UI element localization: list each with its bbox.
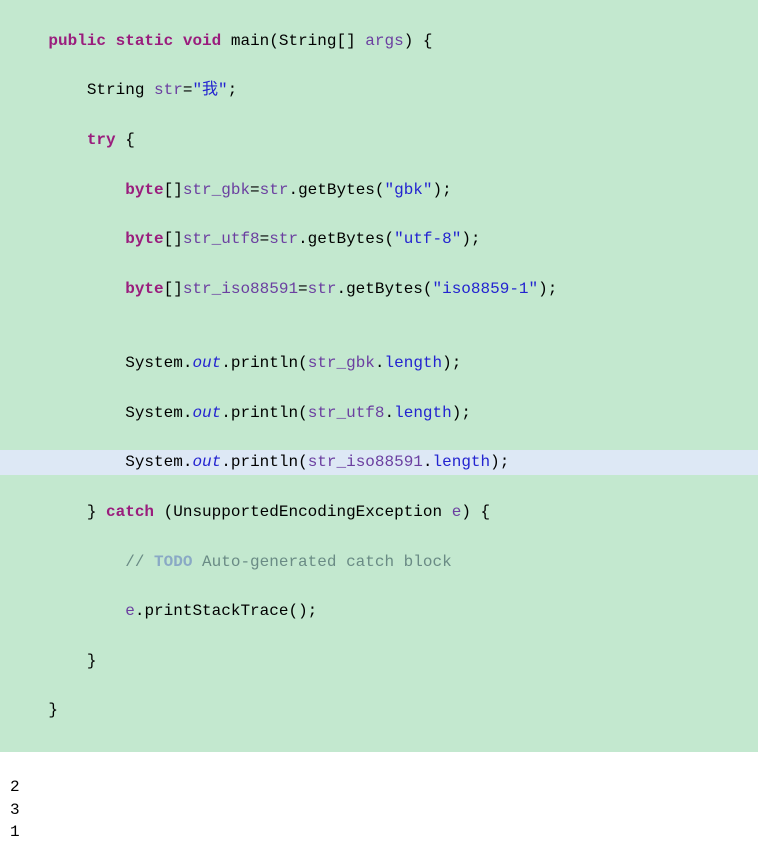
- code-line-4: byte[]str_gbk=str.getBytes("gbk");: [0, 178, 758, 203]
- code-line-1: public static void main(String[] args) {: [0, 29, 758, 54]
- code-line-highlighted: System.out.println(str_iso88591.length);: [0, 450, 758, 475]
- string-gbk: "gbk": [385, 181, 433, 199]
- todo-tag: TODO: [154, 553, 192, 571]
- exception-type: UnsupportedEncodingException: [173, 503, 442, 521]
- arg-name: args: [365, 32, 403, 50]
- comment: // TODO Auto-generated catch block: [125, 553, 451, 571]
- console-output: 2 3 1: [0, 752, 758, 845]
- kw-byte: byte: [125, 230, 163, 248]
- type-string: String: [87, 81, 145, 99]
- kw-try: try: [87, 131, 116, 149]
- code-line-6: byte[]str_iso88591=str.getBytes("iso8859…: [0, 277, 758, 302]
- code-line-8: System.out.println(str_gbk.length);: [0, 351, 758, 376]
- code-line-5: byte[]str_utf8=str.getBytes("utf-8");: [0, 227, 758, 252]
- kw-void: void: [183, 32, 221, 50]
- kw-byte: byte: [125, 181, 163, 199]
- string-utf8: "utf-8": [394, 230, 461, 248]
- string-iso: "iso8859-1": [433, 280, 539, 298]
- string-literal: "我": [192, 81, 227, 99]
- kw-byte: byte: [125, 280, 163, 298]
- method-printstacktrace: printStackTrace: [144, 602, 288, 620]
- code-line-12: // TODO Auto-generated catch block: [0, 550, 758, 575]
- member-length: length: [385, 354, 443, 372]
- code-line-2: String str="我";: [0, 78, 758, 103]
- code-line-14: }: [0, 649, 758, 674]
- output-line-2: 3: [10, 801, 20, 819]
- method-getbytes: getBytes: [298, 181, 375, 199]
- kw-catch: catch: [96, 503, 163, 521]
- code-line-9: System.out.println(str_utf8.length);: [0, 401, 758, 426]
- var-gbk: str_gbk: [183, 181, 250, 199]
- var-iso: str_iso88591: [183, 280, 298, 298]
- code-block: public static void main(String[] args) {…: [0, 0, 758, 752]
- kw-public: public: [48, 32, 106, 50]
- code-line-11: } catch (UnsupportedEncodingException e)…: [0, 500, 758, 525]
- var-utf8: str_utf8: [183, 230, 260, 248]
- output-line-3: 1: [10, 823, 20, 841]
- field-out: out: [192, 354, 221, 372]
- kw-static: static: [116, 32, 174, 50]
- code-line-3: try {: [0, 128, 758, 153]
- code-line-15: }: [0, 698, 758, 723]
- code-line-13: e.printStackTrace();: [0, 599, 758, 624]
- arg-type: String: [279, 32, 337, 50]
- var-str: str: [154, 81, 183, 99]
- output-line-1: 2: [10, 778, 20, 796]
- method-name: main: [231, 32, 269, 50]
